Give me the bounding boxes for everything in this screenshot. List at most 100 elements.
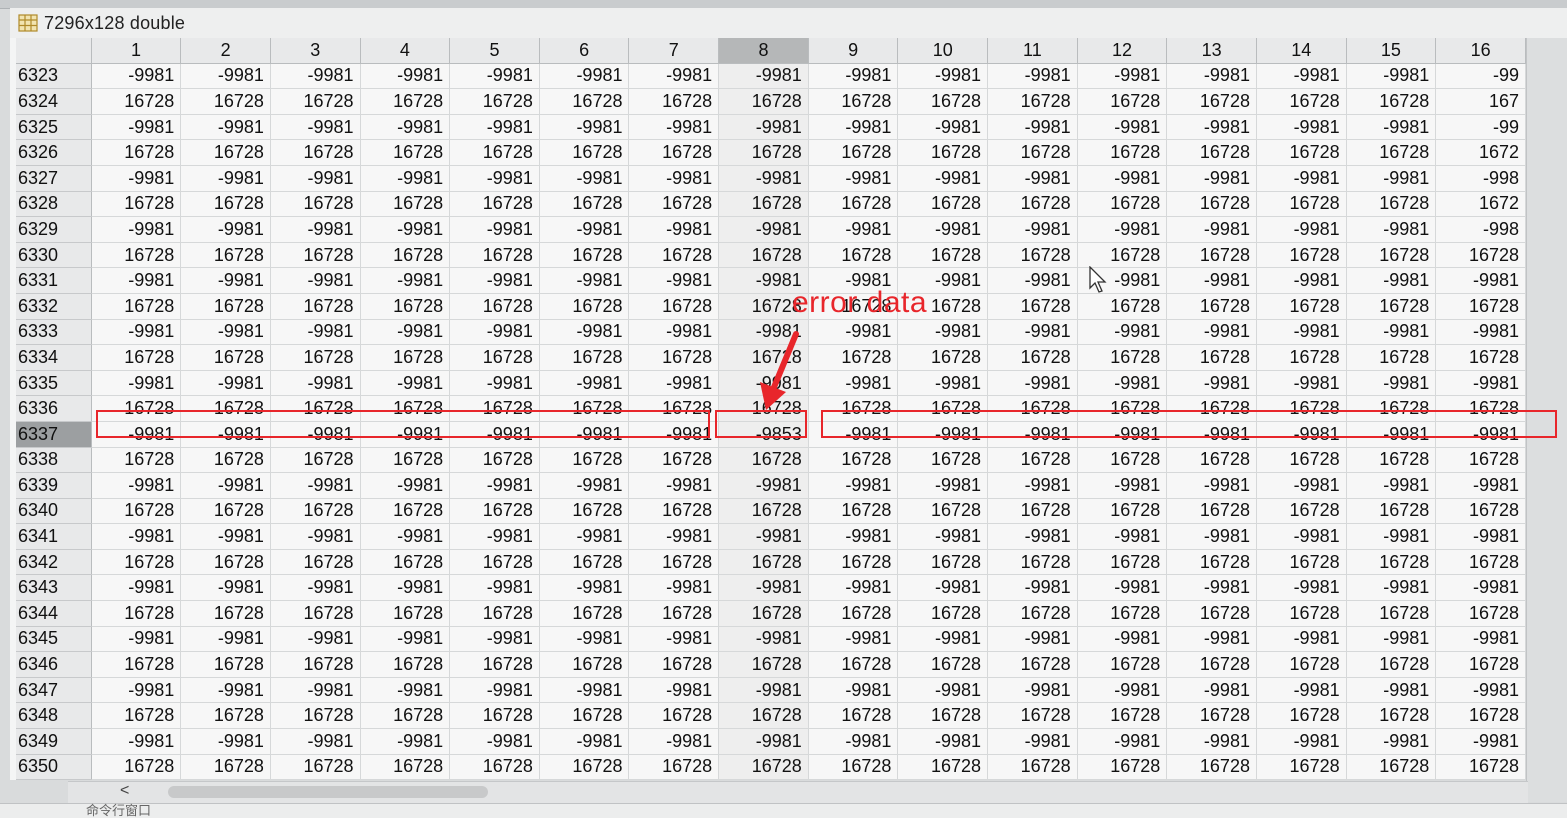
- table-cell[interactable]: -9981: [360, 268, 450, 294]
- table-cell[interactable]: -9981: [539, 575, 629, 601]
- row-header[interactable]: 6346: [16, 652, 91, 678]
- table-cell[interactable]: 16728: [1346, 498, 1436, 524]
- table-cell[interactable]: -9981: [1346, 524, 1436, 550]
- table-cell[interactable]: 16728: [1436, 498, 1526, 524]
- table-cell[interactable]: 16728: [1436, 345, 1526, 371]
- table-cell[interactable]: -9981: [270, 421, 360, 447]
- table-cell[interactable]: -9981: [270, 319, 360, 345]
- table-cell[interactable]: 16728: [360, 447, 450, 473]
- table-cell[interactable]: 16728: [450, 191, 540, 217]
- table-cell[interactable]: 16728: [808, 396, 898, 422]
- row-header[interactable]: 6331: [16, 268, 91, 294]
- table-cell[interactable]: 16728: [1256, 345, 1346, 371]
- table-cell[interactable]: 16728: [1077, 754, 1167, 780]
- table-cell[interactable]: -9981: [181, 268, 271, 294]
- table-cell[interactable]: 16728: [360, 191, 450, 217]
- table-cell[interactable]: -9981: [450, 319, 540, 345]
- table-cell[interactable]: 16728: [91, 242, 181, 268]
- table-cell[interactable]: -9981: [1167, 524, 1257, 550]
- table-cell[interactable]: -9981: [450, 473, 540, 499]
- table-cell[interactable]: 16728: [898, 498, 988, 524]
- table-cell[interactable]: 16728: [1167, 549, 1257, 575]
- row-header[interactable]: 6325: [16, 114, 91, 140]
- table-cell[interactable]: 16728: [898, 447, 988, 473]
- table-cell[interactable]: -9981: [1436, 268, 1526, 294]
- row-header[interactable]: 6328: [16, 191, 91, 217]
- table-cell[interactable]: 16728: [629, 345, 719, 371]
- table-cell[interactable]: -9981: [360, 217, 450, 243]
- table-cell[interactable]: -9981: [91, 370, 181, 396]
- table-cell[interactable]: 16728: [719, 345, 809, 371]
- table-cell[interactable]: 16728: [629, 601, 719, 627]
- column-header-14[interactable]: 14: [1256, 38, 1346, 63]
- table-cell[interactable]: 16728: [629, 703, 719, 729]
- table-cell[interactable]: -9981: [808, 268, 898, 294]
- table-cell[interactable]: 16728: [1346, 447, 1436, 473]
- table-cell[interactable]: 16728: [539, 89, 629, 115]
- table-cell[interactable]: -9981: [1346, 319, 1436, 345]
- table-cell[interactable]: -9981: [988, 626, 1078, 652]
- table-cell[interactable]: -9981: [898, 473, 988, 499]
- table-cell[interactable]: -9981: [360, 677, 450, 703]
- table-cell[interactable]: 16728: [719, 140, 809, 166]
- table-cell[interactable]: 16728: [450, 754, 540, 780]
- table-cell[interactable]: -9981: [898, 165, 988, 191]
- table-cell[interactable]: 16728: [1436, 293, 1526, 319]
- table-cell[interactable]: -9981: [1436, 319, 1526, 345]
- table-cell[interactable]: -9981: [270, 165, 360, 191]
- table-cell[interactable]: 16728: [1077, 242, 1167, 268]
- table-cell[interactable]: -9981: [808, 370, 898, 396]
- row-header[interactable]: 6347: [16, 677, 91, 703]
- table-cell[interactable]: -9981: [1077, 165, 1167, 191]
- row-header[interactable]: 6333: [16, 319, 91, 345]
- table-cell[interactable]: -9981: [91, 677, 181, 703]
- table-cell[interactable]: -9981: [629, 575, 719, 601]
- table-cell[interactable]: -9981: [1436, 575, 1526, 601]
- table-cell[interactable]: 16728: [360, 754, 450, 780]
- table-cell[interactable]: 16728: [808, 652, 898, 678]
- table-cell[interactable]: -9981: [988, 114, 1078, 140]
- table-cell[interactable]: 16728: [360, 601, 450, 627]
- scroll-left-arrow[interactable]: <: [120, 782, 140, 802]
- column-header-9[interactable]: 9: [808, 38, 898, 63]
- table-cell[interactable]: -9981: [1256, 217, 1346, 243]
- table-cell[interactable]: 16728: [629, 754, 719, 780]
- table-cell[interactable]: 16728: [181, 396, 271, 422]
- table-cell[interactable]: 16728: [1077, 89, 1167, 115]
- table-cell[interactable]: -9981: [719, 524, 809, 550]
- table-cell[interactable]: 16728: [360, 140, 450, 166]
- table-cell[interactable]: -9981: [1346, 626, 1436, 652]
- row-header[interactable]: 6332: [16, 293, 91, 319]
- table-cell[interactable]: -9981: [1077, 319, 1167, 345]
- row-header[interactable]: 6343: [16, 575, 91, 601]
- table-cell[interactable]: 16728: [1346, 601, 1436, 627]
- table-cell[interactable]: -9981: [1346, 421, 1436, 447]
- table-cell[interactable]: -9981: [1167, 575, 1257, 601]
- table-cell[interactable]: -9981: [988, 729, 1078, 755]
- table-cell[interactable]: 16728: [450, 242, 540, 268]
- table-cell[interactable]: 16728: [629, 89, 719, 115]
- table-cell[interactable]: 16728: [360, 89, 450, 115]
- table-cell[interactable]: -9981: [1167, 370, 1257, 396]
- table-cell[interactable]: 16728: [808, 703, 898, 729]
- table-cell[interactable]: 16728: [1167, 140, 1257, 166]
- column-header-2[interactable]: 2: [181, 38, 271, 63]
- table-cell[interactable]: 16728: [360, 345, 450, 371]
- table-cell[interactable]: 16728: [270, 242, 360, 268]
- table-cell[interactable]: -9981: [1436, 370, 1526, 396]
- table-cell[interactable]: -9981: [988, 370, 1078, 396]
- table-cell[interactable]: 16728: [181, 549, 271, 575]
- table-cell[interactable]: 16728: [450, 601, 540, 627]
- table-cell[interactable]: -9981: [629, 473, 719, 499]
- table-cell[interactable]: -9981: [629, 114, 719, 140]
- table-cell[interactable]: 16728: [1256, 191, 1346, 217]
- table-cell[interactable]: -9981: [270, 524, 360, 550]
- table-cell[interactable]: -9981: [719, 268, 809, 294]
- table-cell[interactable]: -9981: [91, 729, 181, 755]
- table-cell[interactable]: -9981: [1167, 421, 1257, 447]
- table-cell[interactable]: 16728: [450, 652, 540, 678]
- table-cell[interactable]: -9981: [270, 729, 360, 755]
- table-cell[interactable]: 16728: [1256, 242, 1346, 268]
- table-cell[interactable]: -9981: [360, 524, 450, 550]
- table-cell[interactable]: -9981: [270, 63, 360, 89]
